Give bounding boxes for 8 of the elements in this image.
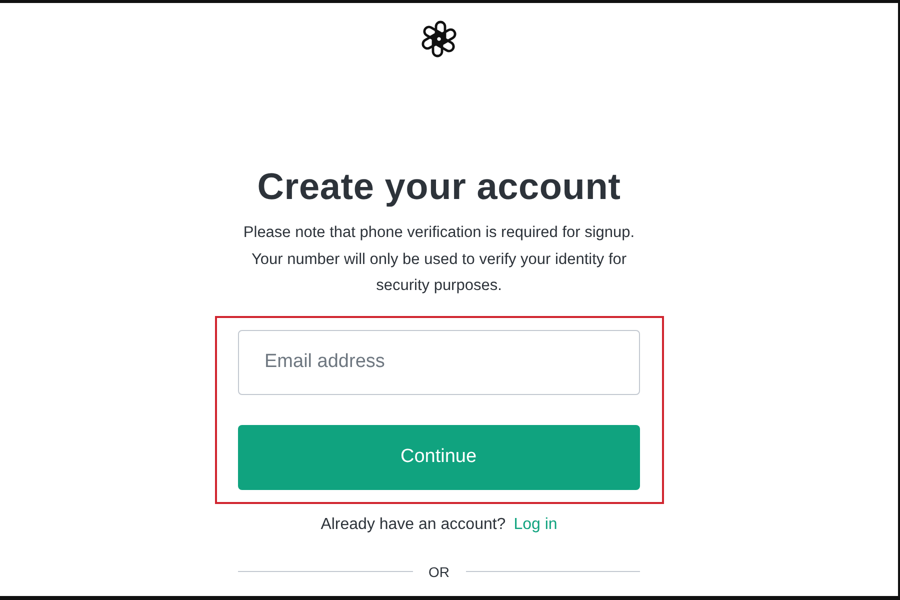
login-prompt: Already have an account? <box>320 516 506 534</box>
knot-logo-icon <box>419 19 459 59</box>
page-title: Create your account <box>257 166 621 208</box>
email-field[interactable]: Email address <box>238 330 640 394</box>
verification-note: Please note that phone verification is required for signup. Your number will only be used to verify your identity for security purposes. <box>242 223 636 296</box>
login-link[interactable]: Log in <box>514 516 558 534</box>
divider-label: OR <box>428 564 450 580</box>
continue-button[interactable]: Continue <box>238 424 640 490</box>
